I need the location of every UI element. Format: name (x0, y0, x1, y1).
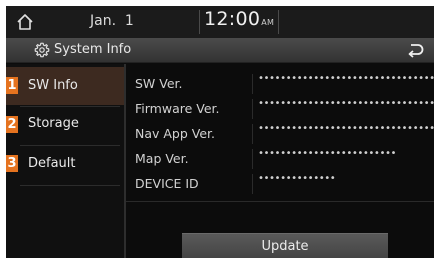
info-value: •••••••••••••••••••••••••••••••••• (258, 123, 434, 134)
gear-icon (34, 42, 50, 58)
update-button-label: Update (261, 238, 309, 254)
info-separator (252, 74, 253, 94)
info-label: SW Ver. (135, 76, 183, 91)
sidebar-item-label: SW Info (28, 78, 78, 93)
back-button[interactable] (402, 39, 428, 61)
sidebar-item-label: Default (28, 156, 76, 171)
sidebar-menu: 1 SW Info 2 Storage 3 Default (6, 64, 124, 258)
page-title: System Info (54, 42, 132, 57)
info-row-firmware-version: Firmware Ver. ••••••••••••••••••••••••••… (126, 97, 434, 121)
sidebar-item-default[interactable]: 3 Default (6, 147, 124, 185)
ampm-indicator: AM (261, 18, 275, 27)
sidebar-item-storage[interactable]: 2 Storage (6, 107, 124, 145)
status-divider (278, 10, 279, 34)
info-separator (252, 99, 253, 119)
item-number-badge: 1 (6, 77, 18, 94)
status-bar: Jan. 1 12:00AM (6, 6, 434, 38)
update-button[interactable]: Update (182, 233, 388, 258)
divider (20, 185, 120, 186)
screen: Jan. 1 12:00AM System Info 1 SW Info 2 S… (6, 6, 434, 258)
info-separator (252, 149, 253, 169)
home-icon (17, 14, 33, 30)
info-value: •••••••••••••••••••••••••••••••••• (258, 73, 434, 84)
info-row-map-version: Map Ver. ••••••••••••••••••••••••• (126, 147, 434, 171)
clock: 12:00AM (204, 8, 274, 30)
info-separator (252, 124, 253, 144)
date-display: Jan. 1 (90, 13, 134, 29)
back-icon (408, 44, 424, 58)
page-header: System Info (6, 38, 434, 63)
info-label: Map Ver. (135, 151, 189, 166)
info-label: Nav App Ver. (135, 126, 216, 141)
info-value: ••••••••••••••••••••••••• (258, 148, 397, 159)
home-button[interactable] (12, 9, 38, 35)
info-label: DEVICE ID (135, 176, 199, 191)
sidebar-item-label: Storage (28, 116, 79, 131)
item-number-badge: 2 (6, 116, 18, 133)
info-row-device-id: DEVICE ID •••••••••••••• (126, 172, 434, 196)
divider (20, 145, 120, 146)
info-label: Firmware Ver. (135, 101, 220, 116)
info-value: •••••••••••••• (258, 173, 336, 184)
system-info-panel: SW Ver. ••••••••••••••••••••••••••••••••… (126, 64, 434, 200)
sidebar-item-sw-info[interactable]: 1 SW Info (6, 67, 124, 105)
item-number-badge: 3 (6, 155, 18, 172)
time-value: 12:00 (204, 8, 261, 30)
info-row-nav-app-version: Nav App Ver. •••••••••••••••••••••••••••… (126, 122, 434, 146)
status-divider (199, 10, 200, 34)
divider (126, 201, 434, 202)
info-separator (252, 174, 253, 194)
info-value: •••••••••••••••••••••••••••••••••• (258, 98, 434, 109)
info-row-sw-version: SW Ver. ••••••••••••••••••••••••••••••••… (126, 72, 434, 96)
